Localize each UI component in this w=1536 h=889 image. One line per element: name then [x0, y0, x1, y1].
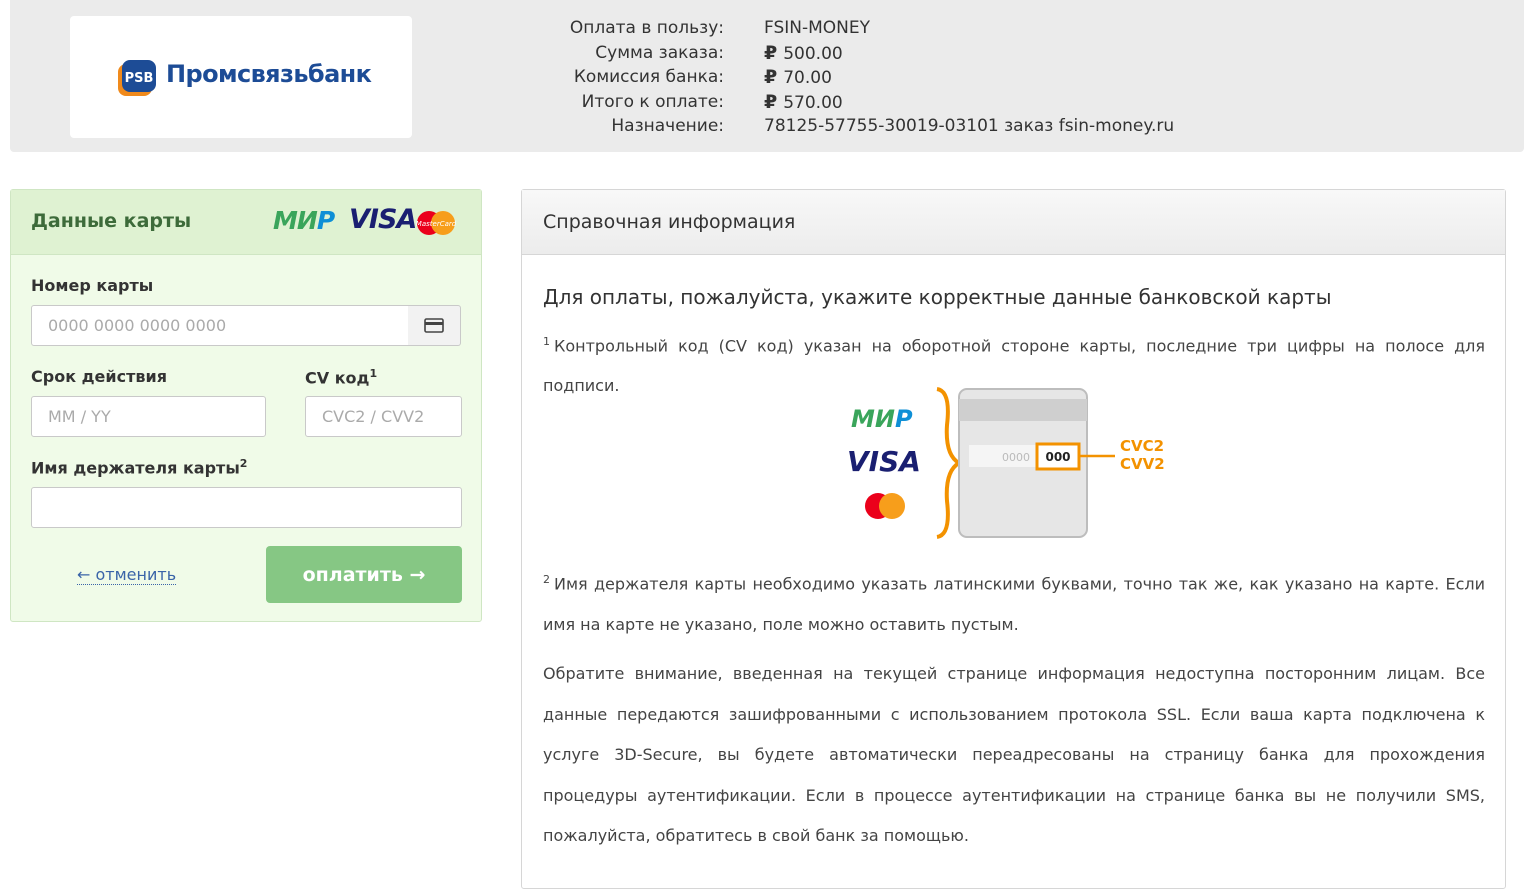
pay-button[interactable]: оплатить →: [266, 546, 462, 603]
info-title: Справочная информация: [543, 211, 796, 233]
mastercard-logo: MasterCard: [416, 211, 457, 235]
svg-text:0000: 0000: [1002, 451, 1030, 464]
order-recipient-row: Оплата в пользу: FSIN-MONEY: [569, 18, 871, 38]
cancel-link[interactable]: ← отменить: [77, 566, 177, 585]
mastercard-logo: [865, 493, 905, 519]
card-scan-button[interactable]: [408, 305, 461, 346]
order-fee-row: Комиссия банка: ₽70.00: [573, 66, 832, 89]
visa-logo: VISA: [847, 445, 921, 478]
order-header: PSB Промсвязьбанк Оплата в пользу: FSIN-…: [10, 0, 1524, 152]
info-panel: Справочная информация Для оплаты, пожалу…: [521, 189, 1506, 889]
svg-text:CVC2: CVC2: [1120, 437, 1164, 455]
order-purpose-row: Назначение: 78125-57755-30019-03101 зака…: [611, 116, 1175, 137]
holder-name-note: 2 Имя держателя карты необходимо указать …: [543, 573, 1485, 634]
expiry-label: Срок действия: [31, 367, 167, 386]
card-number-label: Номер карты: [31, 276, 154, 295]
holder-name-label: Имя держателя карты2: [31, 457, 248, 478]
card-number-input[interactable]: 0000 0000 0000 0000: [31, 305, 409, 346]
info-header: Справочная информация: [522, 190, 1505, 255]
info-heading: Для оплаты, пожалуйста, укажите корректн…: [543, 285, 1332, 309]
cvv-input[interactable]: CVC2 / CVV2: [305, 396, 462, 437]
ruble-icon: ₽: [764, 41, 778, 64]
order-total-row: Итого к оплате: ₽570.00: [581, 90, 843, 113]
bank-name: Промсвязьбанк: [166, 60, 372, 88]
order-details: Оплата в пользу: FSIN-MONEY Сумма заказа…: [520, 16, 1174, 139]
expiry-input[interactable]: MM / YY: [31, 396, 266, 437]
card-form-header: Данные карты МИР VISA MasterCard: [11, 190, 481, 255]
cvv-code-sample: 000: [1045, 450, 1070, 464]
svg-text:MasterCard: MasterCard: [416, 220, 457, 228]
card-form-title: Данные карты: [31, 210, 192, 232]
bank-logo-icon: PSB: [118, 60, 156, 96]
card-form-panel: Данные карты МИР VISA MasterCard Номер к…: [10, 189, 482, 622]
credit-card-icon: [424, 318, 444, 333]
card-cvv-illustration: МИР VISA 0000 000 CVC2 CVV2: [847, 387, 1165, 539]
order-amount-row: Сумма заказа: ₽500.00: [595, 41, 843, 64]
ruble-icon: ₽: [764, 66, 778, 89]
mir-logo: МИР: [851, 405, 913, 433]
svg-text:PSB: PSB: [125, 71, 154, 86]
cvv-label: CV код1: [305, 367, 378, 388]
visa-logo: VISA: [349, 204, 417, 235]
mir-logo: МИР: [273, 206, 335, 235]
holder-name-input[interactable]: [31, 487, 462, 528]
security-note: Обратите внимание, введенная на текущей …: [543, 664, 1485, 845]
bank-logo: PSB Промсвязьбанк: [70, 16, 412, 138]
ruble-icon: ₽: [764, 90, 778, 113]
svg-text:CVV2: CVV2: [1120, 455, 1165, 473]
